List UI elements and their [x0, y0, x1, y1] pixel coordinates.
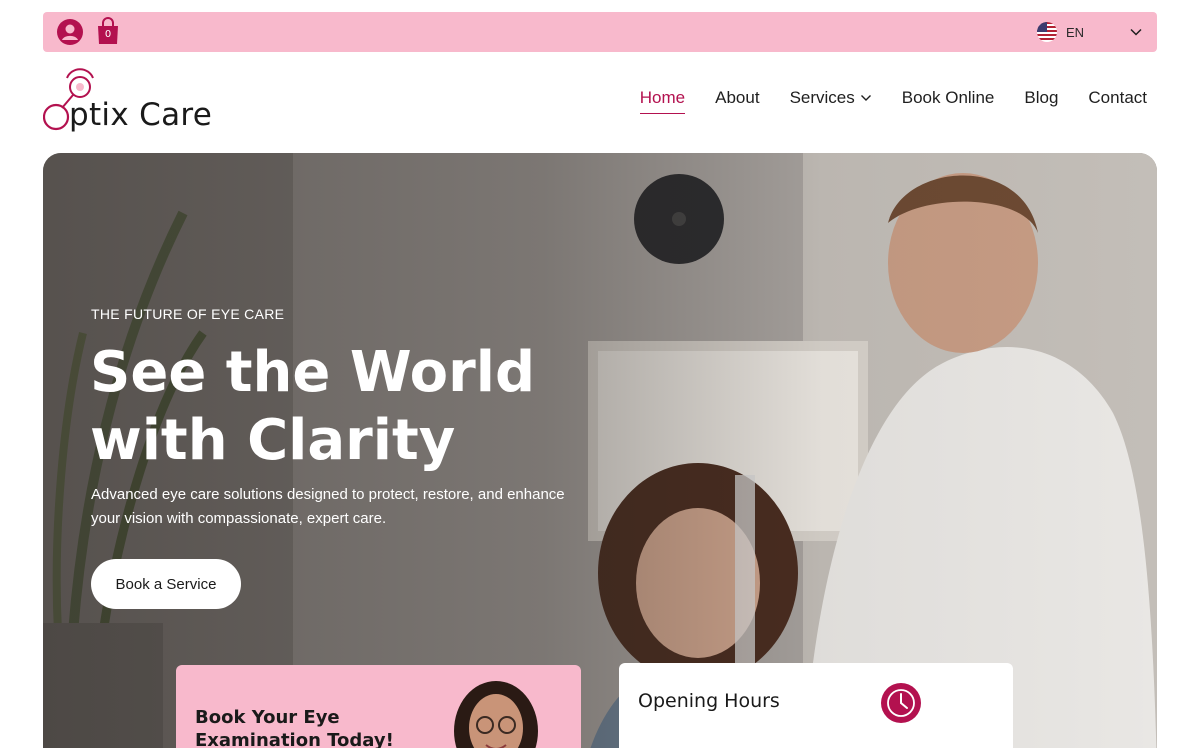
hero-title-line-2: with Clarity [90, 408, 456, 473]
hero-subtitle: Advanced eye care solutions designed to … [91, 486, 565, 527]
clock-icon [881, 683, 921, 723]
hero-title: See the World with Clarity [90, 339, 610, 475]
hero-banner: THE FUTURE OF EYE CARE See the World wit… [43, 153, 1157, 748]
top-utility-bar: 0 EN [43, 12, 1157, 52]
nav-item-contact[interactable]: Contact [1088, 86, 1147, 110]
language-selector[interactable]: EN [1037, 12, 1147, 52]
language-label: EN [1066, 24, 1085, 40]
book-exam-card[interactable]: Book Your Eye Examination Today! [176, 665, 581, 748]
nav-item-book-online[interactable]: Book Online [902, 86, 995, 110]
cart-count-badge: 0 [104, 29, 112, 40]
us-flag-icon [1037, 22, 1057, 42]
nav-item-blog[interactable]: Blog [1024, 86, 1058, 110]
chevron-down-icon [860, 95, 871, 101]
chevron-down-icon [1130, 28, 1142, 36]
hero-title-line-1: See the World [90, 340, 536, 405]
nav-item-services-label: Services [789, 88, 855, 107]
main-navigation: Home About Services Book Online Blog Con… [610, 86, 1147, 114]
hero-eyebrow: THE FUTURE OF EYE CARE [91, 306, 285, 322]
book-exam-title: Book Your Eye Examination Today! [195, 707, 394, 748]
nav-item-home[interactable]: Home [639, 86, 686, 114]
brand-logo[interactable]: ptix Care [43, 66, 223, 133]
book-a-service-button[interactable]: Book a Service [91, 559, 241, 609]
nav-item-services[interactable]: Services [790, 86, 872, 110]
opening-hours-title: Opening Hours [638, 690, 780, 712]
woman-smiling-photo [454, 681, 538, 748]
site-header: ptix Care Home About Services Book Onlin… [43, 62, 1157, 142]
opening-hours-card: Opening Hours [619, 663, 1013, 748]
user-icon[interactable] [57, 19, 83, 45]
brand-name: ptix Care [69, 97, 213, 133]
nav-item-about[interactable]: About [715, 86, 759, 110]
